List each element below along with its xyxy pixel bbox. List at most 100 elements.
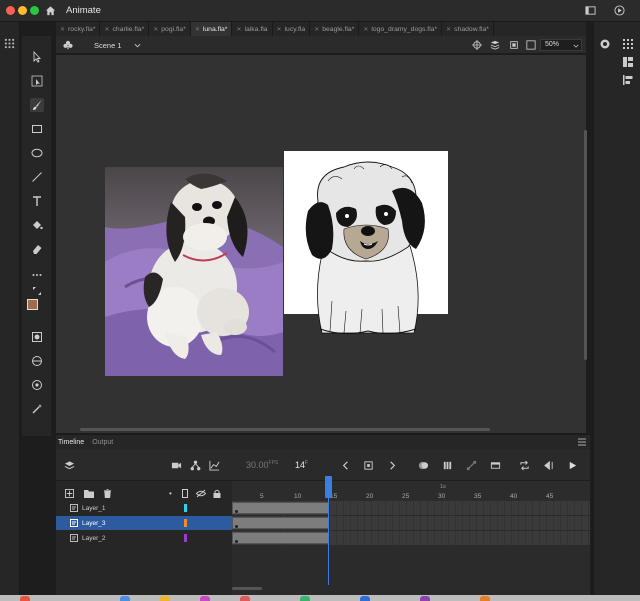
- stage-horizontal-scrollbar[interactable]: [80, 428, 490, 431]
- more-tools-button[interactable]: [30, 268, 44, 282]
- new-layer-icon[interactable]: [65, 489, 74, 498]
- insert-keyframe-icon[interactable]: [363, 460, 374, 471]
- tab-timeline[interactable]: Timeline: [58, 439, 84, 446]
- tab-laika[interactable]: ✕ laika.fla: [232, 22, 273, 36]
- tab-logo-dramy-dogs[interactable]: ✕ logo_dramy_dogs.fla*: [359, 22, 443, 36]
- chevron-down-icon[interactable]: [134, 42, 141, 49]
- tab-lucy[interactable]: ✕ lucy.fla: [273, 22, 311, 36]
- frame-rate-display[interactable]: 30.00FPS: [246, 460, 278, 470]
- object-drawing-toggle[interactable]: [30, 330, 44, 344]
- layer-color-swatch[interactable]: [184, 534, 187, 542]
- edit-symbols-icon[interactable]: [490, 40, 500, 50]
- oval-tool[interactable]: [30, 146, 44, 160]
- close-tab-icon[interactable]: ✕: [314, 26, 319, 33]
- layer-row-layer-2[interactable]: Layer_2: [56, 531, 232, 545]
- close-tab-icon[interactable]: ✕: [236, 26, 241, 33]
- rectangle-tool[interactable]: [30, 122, 44, 136]
- step-back-icon[interactable]: [543, 460, 554, 471]
- dock-app-icon[interactable]: [300, 596, 310, 601]
- camera-icon[interactable]: [171, 460, 182, 471]
- layer-color-swatch[interactable]: [184, 519, 187, 527]
- brush-shape-button[interactable]: [30, 378, 44, 392]
- frame-span[interactable]: [232, 517, 329, 529]
- layers-stack-icon[interactable]: [64, 460, 75, 471]
- onion-skin-icon[interactable]: [418, 460, 429, 471]
- close-tab-icon[interactable]: ✕: [446, 26, 451, 33]
- previous-keyframe-icon[interactable]: [340, 460, 351, 471]
- swap-colors-button[interactable]: [30, 286, 44, 296]
- insert-blank-keyframe-icon[interactable]: [490, 460, 501, 471]
- close-tab-icon[interactable]: ✕: [277, 26, 282, 33]
- tab-pogi[interactable]: ✕ pogi.fla*: [149, 22, 191, 36]
- minimize-window-button[interactable]: [18, 6, 27, 15]
- grid-panel-icon[interactable]: [4, 38, 15, 49]
- keyframe-dot[interactable]: [235, 510, 238, 513]
- assets-panel-icon[interactable]: [622, 56, 634, 68]
- tab-luna[interactable]: ✕ luna.fla*: [190, 22, 233, 36]
- close-tab-icon[interactable]: ✕: [363, 26, 368, 33]
- dock-app-icon[interactable]: [480, 596, 490, 601]
- dock-app-icon[interactable]: [240, 596, 250, 601]
- frame-span[interactable]: [232, 532, 329, 544]
- close-tab-icon[interactable]: ✕: [153, 26, 158, 33]
- align-stage-icon[interactable]: [472, 40, 482, 50]
- close-window-button[interactable]: [6, 6, 15, 15]
- zoom-chevron-down-icon[interactable]: [573, 43, 579, 49]
- layer-row-layer-3[interactable]: Layer_3: [56, 516, 232, 530]
- close-tab-icon[interactable]: ✕: [195, 26, 200, 33]
- dock-app-icon[interactable]: [20, 596, 30, 601]
- close-tab-icon[interactable]: ✕: [104, 26, 109, 33]
- dock-app-icon[interactable]: [360, 596, 370, 601]
- tab-charlie[interactable]: ✕ charlie.fla*: [100, 22, 150, 36]
- frame-row-layer-3[interactable]: [232, 516, 590, 530]
- create-tween-icon[interactable]: [466, 460, 477, 471]
- next-keyframe-icon[interactable]: [387, 460, 398, 471]
- layer-parenting-icon[interactable]: [190, 460, 201, 471]
- play-icon[interactable]: [567, 460, 578, 471]
- stage-vertical-scrollbar[interactable]: [584, 130, 587, 360]
- loop-icon[interactable]: [519, 460, 530, 471]
- smoothing-button[interactable]: [30, 402, 44, 416]
- align-panel-icon[interactable]: [622, 74, 634, 86]
- scene-selector[interactable]: Scene 1: [94, 41, 122, 50]
- outline-layer-icon[interactable]: [182, 489, 188, 498]
- graph-editor-icon[interactable]: [209, 460, 220, 471]
- hide-layer-eye-icon[interactable]: [196, 489, 206, 498]
- new-folder-icon[interactable]: [84, 489, 94, 498]
- lock-layer-icon[interactable]: [213, 489, 221, 498]
- fit-stage-icon[interactable]: [526, 40, 536, 50]
- tab-beagle[interactable]: ✕ beagle.fla*: [310, 22, 360, 36]
- dog-drawing-artwork[interactable]: [284, 151, 448, 335]
- close-tab-icon[interactable]: ✕: [60, 26, 65, 33]
- dock-app-icon[interactable]: [420, 596, 430, 601]
- highlight-layer-dot-icon[interactable]: •: [169, 489, 172, 498]
- library-panel-icon[interactable]: [622, 38, 634, 50]
- paint-bucket-tool[interactable]: [30, 218, 44, 232]
- line-tool[interactable]: [30, 170, 44, 184]
- tab-rocky[interactable]: ✕ rocky.fla*: [56, 22, 101, 36]
- paint-brush-tool[interactable]: [30, 98, 44, 112]
- frame-row-layer-2[interactable]: [232, 531, 590, 545]
- edit-multiple-frames-icon[interactable]: [442, 460, 453, 471]
- frame-span[interactable]: [232, 502, 329, 514]
- clip-content-icon[interactable]: [509, 40, 519, 50]
- dock-app-icon[interactable]: [160, 596, 170, 601]
- timeline-horizontal-scrollbar[interactable]: [232, 587, 262, 590]
- properties-panel-icon[interactable]: [599, 38, 611, 50]
- eraser-tool[interactable]: [30, 242, 44, 256]
- panel-menu-icon[interactable]: [578, 438, 586, 446]
- home-icon[interactable]: [45, 5, 56, 16]
- workspace-icon[interactable]: [585, 5, 596, 16]
- layer-row-layer-1[interactable]: Layer_1: [56, 501, 232, 515]
- layer-color-swatch[interactable]: [184, 504, 187, 512]
- dock-app-icon[interactable]: [200, 596, 210, 601]
- brush-mode-button[interactable]: [30, 354, 44, 368]
- delete-layer-icon[interactable]: [103, 489, 112, 498]
- stroke-color-swatch[interactable]: [27, 299, 38, 310]
- current-frame-display[interactable]: 14F: [295, 460, 308, 470]
- tab-output[interactable]: Output: [92, 439, 113, 446]
- keyframe-dot[interactable]: [235, 525, 238, 528]
- frame-row-layer-1[interactable]: [232, 501, 590, 515]
- zoom-window-button[interactable]: [30, 6, 39, 15]
- dog-reference-photo[interactable]: [105, 167, 283, 376]
